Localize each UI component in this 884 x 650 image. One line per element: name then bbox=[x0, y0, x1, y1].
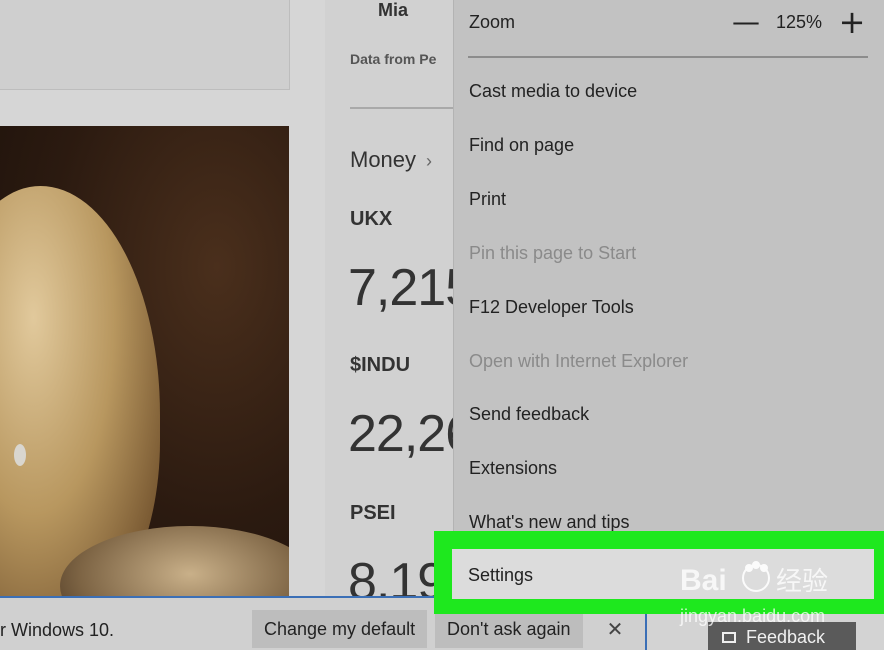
menu-item-open-with-ie: Open with Internet Explorer bbox=[469, 351, 689, 371]
top-news-card[interactable] bbox=[0, 0, 290, 90]
ticker-value: 7,215 bbox=[348, 259, 455, 317]
page-content-left bbox=[0, 0, 325, 650]
money-section-link[interactable]: Money › bbox=[350, 147, 432, 173]
top-name-label: Mia bbox=[378, 0, 409, 20]
menu-item-find-on-page[interactable]: Find on page bbox=[454, 118, 884, 172]
menu-item-cast-media[interactable]: Cast media to device bbox=[454, 64, 884, 118]
chat-bubble-icon bbox=[722, 632, 736, 643]
feedback-button[interactable]: Feedback bbox=[708, 622, 856, 650]
ticker-symbol[interactable]: $INDU bbox=[350, 354, 410, 377]
news-photo[interactable] bbox=[0, 126, 289, 596]
zoom-level: 125% bbox=[776, 12, 823, 32]
zoom-in-icon[interactable]: + bbox=[837, 2, 867, 42]
zoom-label: Zoom bbox=[469, 12, 516, 32]
money-label: Money bbox=[350, 147, 417, 172]
chevron-right-icon: › bbox=[426, 151, 433, 171]
ticker-symbol[interactable]: PSEI bbox=[350, 502, 396, 525]
ticker-value: 22,26 bbox=[348, 405, 455, 463]
zoom-row: Zoom — 125% + bbox=[454, 0, 884, 57]
menu-item-pin-to-start: Pin this page to Start bbox=[469, 243, 637, 263]
dont-ask-again-button[interactable]: Don't ask again bbox=[435, 610, 583, 648]
menu-item-f12-developer-tools[interactable]: F12 Developer Tools bbox=[454, 280, 884, 334]
section-divider bbox=[350, 107, 455, 109]
menu-item-print[interactable]: Print bbox=[454, 172, 884, 226]
menu-divider bbox=[468, 56, 868, 58]
change-default-button[interactable]: Change my default bbox=[252, 610, 428, 648]
menu-item-settings[interactable]: Settings bbox=[452, 549, 874, 599]
photo-earring-shape bbox=[14, 444, 26, 466]
data-source-label: Data from Pe bbox=[350, 51, 437, 67]
menu-item-extensions[interactable]: Extensions bbox=[454, 441, 884, 495]
zoom-out-icon[interactable]: — bbox=[732, 4, 760, 40]
close-icon[interactable]: ✕ bbox=[600, 614, 630, 644]
feedback-label: Feedback bbox=[746, 627, 826, 647]
more-actions-menu: Zoom — 125% + Cast media to device Find … bbox=[453, 0, 884, 596]
notification-message: r Windows 10. bbox=[0, 620, 115, 640]
menu-item-send-feedback[interactable]: Send feedback bbox=[454, 387, 884, 441]
ticker-symbol[interactable]: UKX bbox=[350, 208, 392, 231]
